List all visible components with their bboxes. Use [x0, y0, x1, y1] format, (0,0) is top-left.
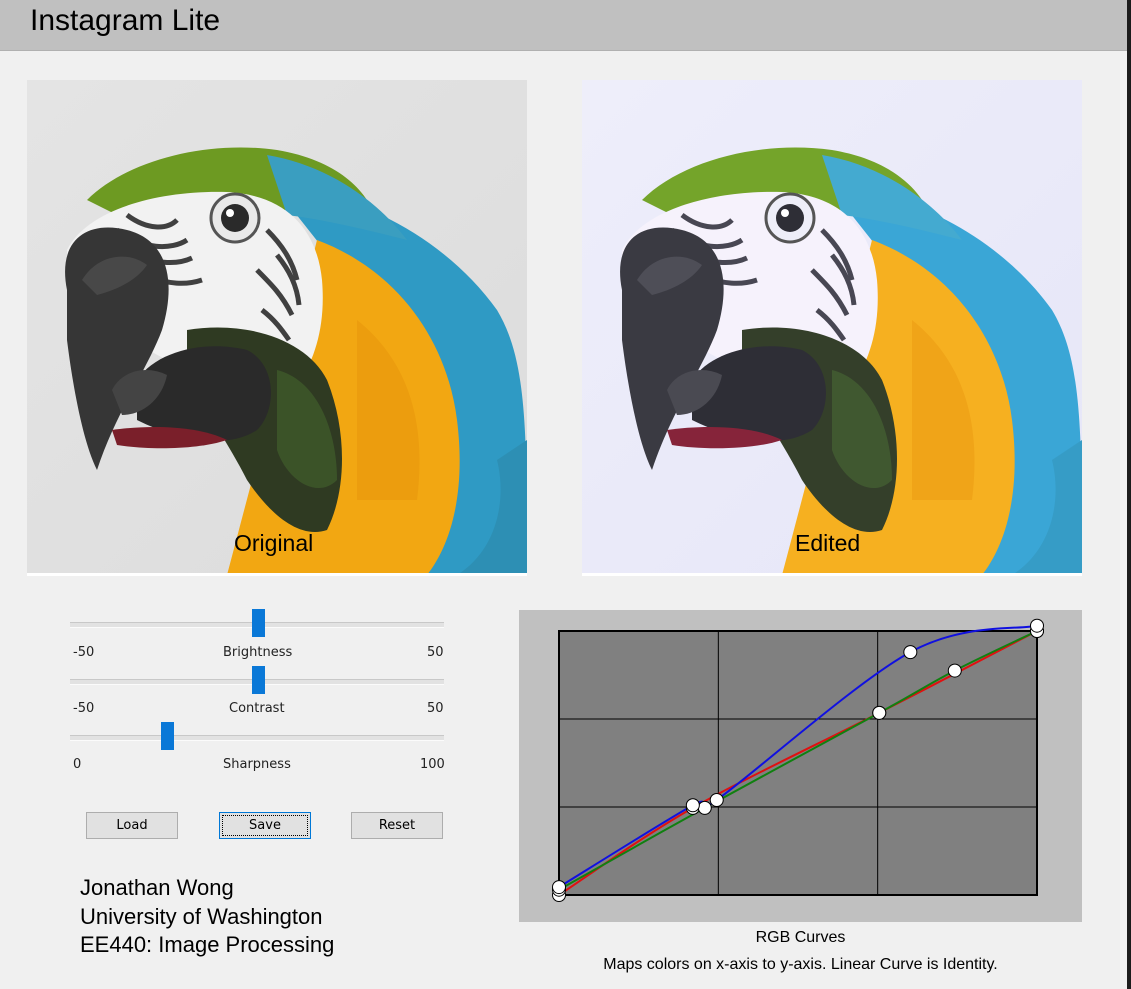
- rgb-curves-editor[interactable]: [519, 610, 1082, 922]
- blue-control-point[interactable]: [1030, 618, 1044, 633]
- window-edge: [1127, 0, 1131, 989]
- green-control-point[interactable]: [697, 800, 712, 815]
- original-parrot-image: [27, 80, 527, 575]
- blue-control-point[interactable]: [903, 645, 918, 660]
- edited-image-panel: Edited: [582, 80, 1082, 575]
- reset-button[interactable]: Reset: [351, 812, 443, 839]
- edited-caption: Edited: [795, 530, 861, 556]
- save-button[interactable]: Save: [219, 812, 311, 839]
- curves-title: RGB Curves: [755, 929, 846, 946]
- brightness-max-label: 50: [427, 645, 444, 660]
- green-control-point[interactable]: [872, 705, 887, 720]
- sharpness-max-label: 100: [420, 757, 445, 772]
- curves-description: Maps colors on x-axis to y-axis. Linear …: [603, 956, 998, 973]
- course-name: EE440: Image Processing: [80, 932, 335, 957]
- sharpness-track[interactable]: [70, 735, 444, 741]
- brightness-min-label: -50: [73, 645, 95, 660]
- university-name: University of Washington: [80, 903, 323, 929]
- title-bar: Instagram Lite: [0, 0, 1127, 51]
- contrast-slider[interactable]: [70, 666, 444, 706]
- sharpness-thumb[interactable]: [161, 722, 175, 750]
- original-panel-border: [27, 573, 527, 576]
- edited-parrot-image: [582, 80, 1082, 575]
- original-caption: Original: [234, 530, 314, 556]
- brightness-slider[interactable]: [70, 609, 444, 649]
- blue-control-point[interactable]: [685, 798, 700, 813]
- app-title: Instagram Lite: [30, 4, 221, 37]
- contrast-min-label: -50: [73, 701, 95, 716]
- brightness-label: Brightness: [223, 645, 293, 660]
- brightness-thumb[interactable]: [251, 609, 265, 637]
- original-image-panel: Original: [27, 80, 527, 575]
- sharpness-min-label: 0: [73, 757, 82, 772]
- edited-panel-border: [582, 573, 1082, 576]
- load-button[interactable]: Load: [86, 812, 178, 839]
- contrast-label: Contrast: [229, 701, 285, 716]
- contrast-thumb[interactable]: [251, 666, 265, 694]
- blue-control-point[interactable]: [552, 880, 566, 895]
- rgb-curves-panel: [519, 610, 1082, 922]
- curve-plot-area[interactable]: [558, 630, 1038, 896]
- sharpness-label: Sharpness: [223, 757, 291, 772]
- green-control-point[interactable]: [947, 663, 962, 678]
- credits: Jonathan Wong University of Washington E…: [80, 874, 334, 960]
- sharpness-slider[interactable]: [70, 722, 444, 762]
- author-name: Jonathan Wong: [80, 875, 234, 900]
- contrast-max-label: 50: [427, 701, 444, 716]
- blue-control-point[interactable]: [709, 792, 724, 807]
